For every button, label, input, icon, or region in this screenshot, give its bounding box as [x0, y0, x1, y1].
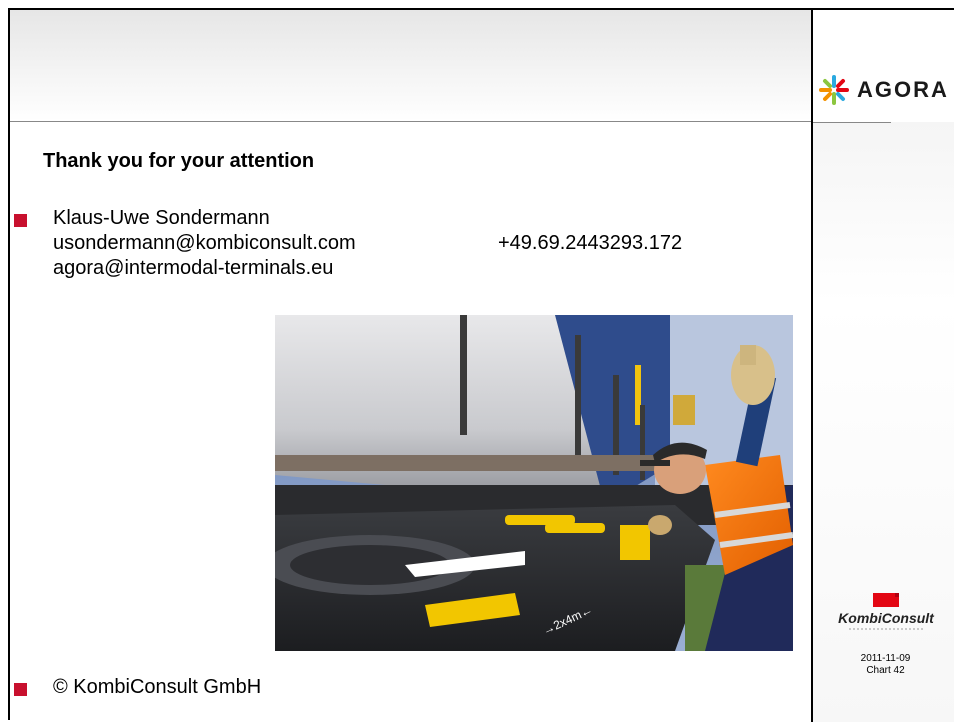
photo-terminal-worker: →2x4m←	[275, 315, 793, 651]
contact-name: Klaus-Uwe Sondermann	[53, 207, 270, 229]
side-panel: AGORA KombiConsult 2011-11-09 Chart 42	[811, 10, 954, 722]
slide: AGORA KombiConsult 2011-11-09 Chart 42 T…	[8, 8, 954, 722]
bullet-marker	[14, 683, 27, 696]
copyright-text: © KombiConsult GmbH	[53, 676, 262, 698]
header-band	[10, 10, 811, 122]
slide-title: Thank you for your attention	[43, 150, 315, 172]
slide-meta: 2011-11-09 Chart 42	[813, 653, 954, 677]
contact-email-secondary[interactable]: agora@intermodal-terminals.eu	[53, 256, 333, 281]
bullet-marker	[14, 214, 27, 227]
contact-email[interactable]: usondermann@kombiconsult.com	[53, 231, 356, 256]
agora-star-icon	[819, 75, 849, 105]
logo-divider	[813, 122, 891, 123]
slide-chart-number: Chart 42	[866, 665, 905, 676]
agora-logo: AGORA	[819, 70, 954, 110]
agora-logo-text: AGORA	[857, 77, 949, 102]
kombiconsult-logo: KombiConsult	[821, 593, 951, 633]
slide-date: 2011-11-09	[860, 653, 911, 664]
contact-phone: +49.69.2443293.172	[498, 232, 683, 254]
kombiconsult-logo-text: KombiConsult	[838, 610, 935, 626]
